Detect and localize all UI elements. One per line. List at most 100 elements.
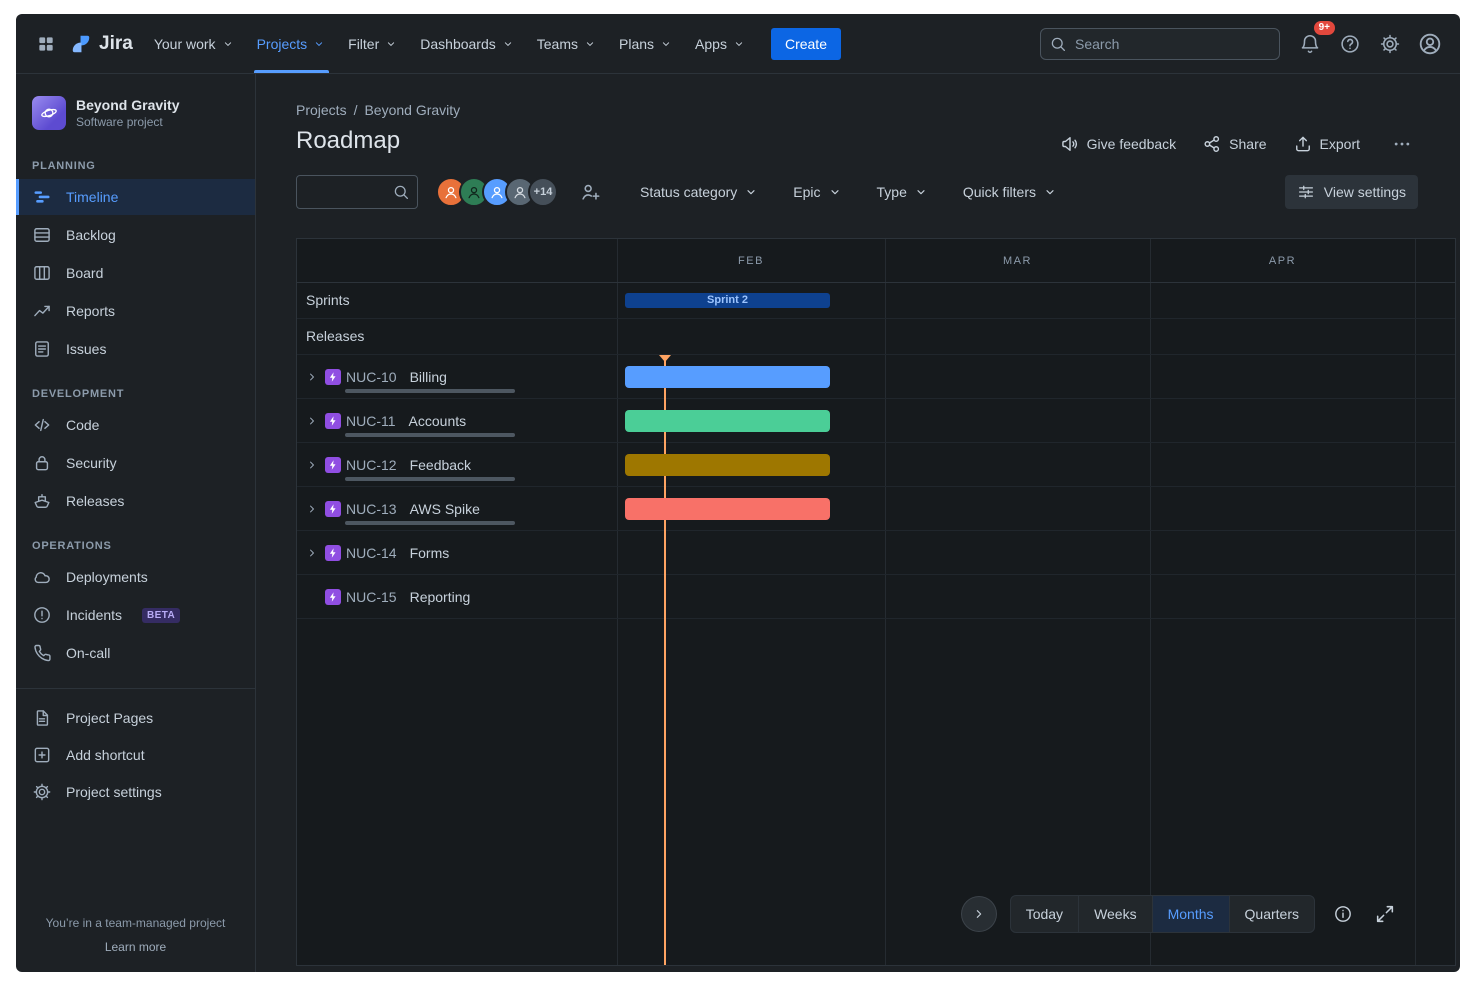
expand-chevron-icon[interactable] xyxy=(304,369,320,385)
epic-cell[interactable]: NUC-12 Feedback xyxy=(297,443,617,487)
notifications: 9+ xyxy=(1294,28,1326,60)
sidebar-item-deployments[interactable]: Deployments xyxy=(16,559,255,595)
share-button[interactable]: Share xyxy=(1202,134,1266,154)
sidebar-item-on-call[interactable]: On-call xyxy=(16,635,255,671)
type-filter[interactable]: Type xyxy=(869,178,937,206)
epic-icon xyxy=(325,501,341,517)
sprints-row: Sprints Sprint 2 xyxy=(297,283,1455,319)
give-feedback-button[interactable]: Give feedback xyxy=(1060,134,1177,154)
jira-logo[interactable]: Jira xyxy=(62,33,143,55)
project-avatar xyxy=(32,96,66,130)
fullscreen-button[interactable] xyxy=(1371,900,1399,928)
zoom-months-button[interactable]: Months xyxy=(1152,896,1229,932)
sidebar-item-project-settings[interactable]: Project settings xyxy=(16,774,255,810)
epic-cell[interactable]: NUC-13 AWS Spike xyxy=(297,487,617,531)
sidebar-item-board[interactable]: Board xyxy=(16,255,255,291)
status-category-filter[interactable]: Status category xyxy=(632,178,767,206)
epic-cell[interactable]: NUC-15 Reporting xyxy=(297,575,617,619)
section-title-operations: OPERATIONS xyxy=(32,540,239,552)
epic-key: NUC-11 xyxy=(346,413,396,429)
sidebar-item-add-shortcut[interactable]: Add shortcut xyxy=(16,737,255,773)
sidebar-item-project-pages[interactable]: Project Pages xyxy=(16,700,255,736)
epic-name: AWS Spike xyxy=(410,501,480,517)
nav-dashboards[interactable]: Dashboards xyxy=(409,14,526,73)
sidebar-item-label: Security xyxy=(66,455,117,471)
create-button[interactable]: Create xyxy=(771,28,841,60)
epic-progress-bar xyxy=(345,521,515,525)
profile-button[interactable] xyxy=(1414,28,1446,60)
nav-plans[interactable]: Plans xyxy=(608,14,684,73)
sidebar-item-security[interactable]: Security xyxy=(16,445,255,481)
project-sidebar: Beyond Gravity Software project PLANNING… xyxy=(16,74,256,972)
section-title-planning: PLANNING xyxy=(32,160,239,172)
share-label: Share xyxy=(1229,136,1266,152)
app-switcher-button[interactable] xyxy=(30,28,62,60)
today-marker-caret xyxy=(659,355,671,362)
scroll-forward-button[interactable] xyxy=(962,897,996,931)
zoom-today-button[interactable]: Today xyxy=(1011,896,1078,932)
sidebar-item-incidents[interactable]: Incidents BETA xyxy=(16,597,255,633)
epic-row-nuc-10: NUC-10 Billing xyxy=(297,355,1455,399)
global-search-input[interactable] xyxy=(1040,28,1280,60)
sidebar-item-label: On-call xyxy=(66,645,110,661)
nav-label: Filter xyxy=(348,36,379,52)
zoom-weeks-button[interactable]: Weeks xyxy=(1078,896,1152,932)
sidebar-item-code[interactable]: Code xyxy=(16,407,255,443)
nav-label: Dashboards xyxy=(420,36,496,52)
chevron-down-icon xyxy=(659,37,673,51)
nav-filter[interactable]: Filter xyxy=(337,14,409,73)
sidebar-item-releases[interactable]: Releases xyxy=(16,483,255,519)
chevron-down-icon xyxy=(384,37,398,51)
project-header[interactable]: Beyond Gravity Software project xyxy=(16,82,255,140)
app-switcher-grid-icon xyxy=(36,34,56,54)
timeline-info-button[interactable] xyxy=(1329,900,1357,928)
expand-chevron-icon[interactable] xyxy=(304,545,320,561)
epic-cell[interactable]: NUC-14 Forms xyxy=(297,531,617,575)
epic-schedule-bar[interactable] xyxy=(625,498,830,520)
add-people-button[interactable] xyxy=(574,176,606,208)
sidebar-item-label: Project Pages xyxy=(66,710,153,726)
epic-schedule-bar[interactable] xyxy=(625,454,830,476)
epic-name: Feedback xyxy=(410,457,471,473)
nav-projects[interactable]: Projects xyxy=(246,14,338,73)
zoom-segmented-control: Today Weeks Months Quarters xyxy=(1010,895,1315,933)
epic-key: NUC-12 xyxy=(346,457,397,473)
epic-cell[interactable]: NUC-11 Accounts xyxy=(297,399,617,443)
settings-button[interactable] xyxy=(1374,28,1406,60)
breadcrumb-projects-link[interactable]: Projects xyxy=(296,102,347,118)
expand-chevron-icon[interactable] xyxy=(304,413,320,429)
sidebar-item-reports[interactable]: Reports xyxy=(16,293,255,329)
nav-apps[interactable]: Apps xyxy=(684,14,757,73)
epic-row-nuc-12: NUC-12 Feedback xyxy=(297,443,1455,487)
jira-logo-text: Jira xyxy=(99,33,133,55)
nav-teams[interactable]: Teams xyxy=(526,14,608,73)
nav-your-work[interactable]: Your work xyxy=(143,14,246,73)
help-button[interactable] xyxy=(1334,28,1366,60)
epic-schedule-bar[interactable] xyxy=(625,366,830,388)
view-settings-button[interactable]: View settings xyxy=(1285,175,1418,209)
sprint-bar[interactable]: Sprint 2 xyxy=(625,293,830,308)
expand-chevron-icon[interactable] xyxy=(304,457,320,473)
export-button[interactable]: Export xyxy=(1293,134,1360,154)
epic-schedule-bar[interactable] xyxy=(625,410,830,432)
more-actions-button[interactable] xyxy=(1386,128,1418,160)
sidebar-item-label: Incidents xyxy=(66,607,122,623)
breadcrumb-project-link[interactable]: Beyond Gravity xyxy=(364,102,460,118)
sidebar-item-timeline[interactable]: Timeline xyxy=(16,179,255,215)
epic-filter[interactable]: Epic xyxy=(785,178,850,206)
zoom-quarters-button[interactable]: Quarters xyxy=(1229,896,1314,932)
sliders-icon xyxy=(1297,183,1315,201)
notifications-badge: 9+ xyxy=(1314,21,1335,35)
give-feedback-label: Give feedback xyxy=(1087,136,1177,152)
learn-more-link[interactable]: Learn more xyxy=(28,940,243,954)
chevron-down-icon xyxy=(221,37,235,51)
month-label-feb: FEB xyxy=(617,239,885,283)
expand-chevron-icon[interactable] xyxy=(304,501,320,517)
quick-filters[interactable]: Quick filters xyxy=(955,178,1066,206)
avatar-overflow[interactable]: +14 xyxy=(528,177,558,207)
sidebar-footer: You’re in a team-managed project Learn m… xyxy=(16,904,255,972)
releases-label: Releases xyxy=(306,319,364,354)
sidebar-item-issues[interactable]: Issues xyxy=(16,331,255,367)
sidebar-item-backlog[interactable]: Backlog xyxy=(16,217,255,253)
epic-cell[interactable]: NUC-10 Billing xyxy=(297,355,617,399)
